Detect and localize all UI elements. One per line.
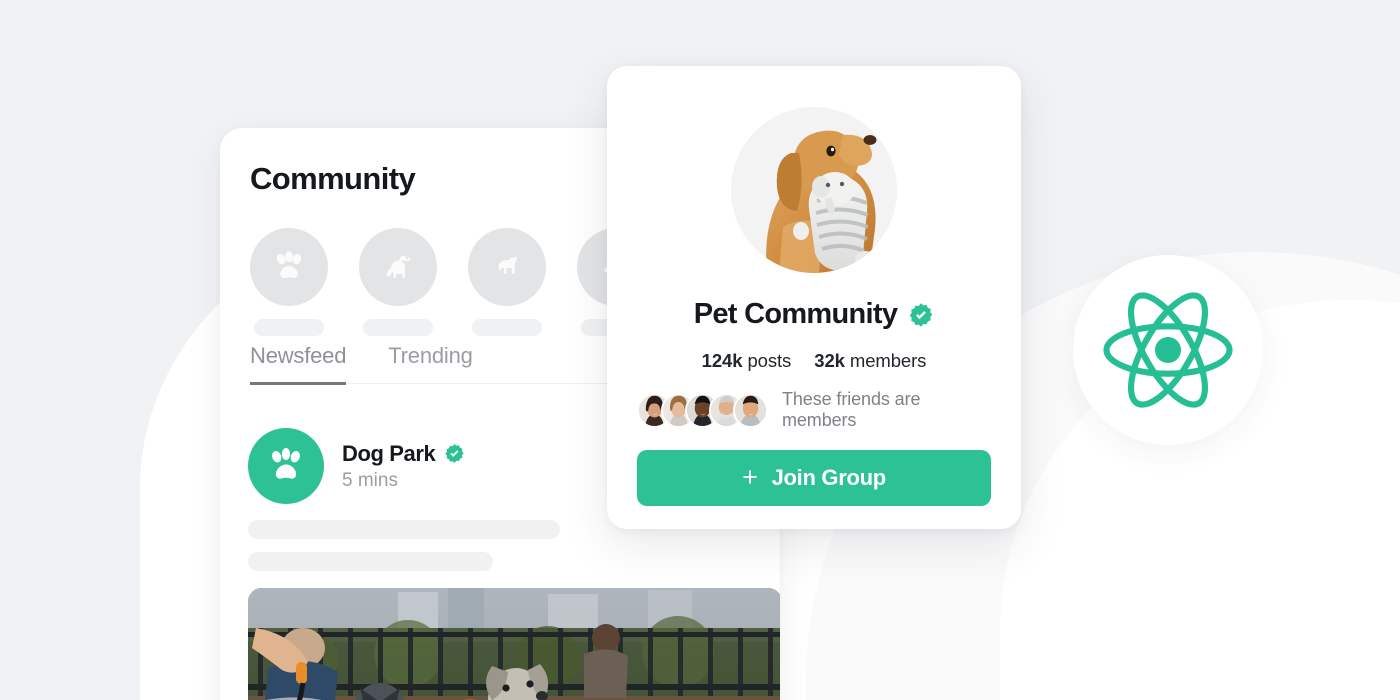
post-author-name: Dog Park bbox=[342, 440, 436, 466]
skeleton-line bbox=[248, 520, 560, 539]
story-item-cat[interactable] bbox=[359, 228, 437, 336]
story-label-placeholder bbox=[363, 319, 433, 336]
page-title: Community bbox=[250, 161, 416, 196]
dog-icon bbox=[498, 256, 517, 274]
posts-count: 124k bbox=[701, 350, 743, 371]
community-name: Pet Community bbox=[693, 298, 898, 330]
post-meta: Dog Park 5 mins bbox=[342, 441, 465, 492]
friend-avatar-stack[interactable] bbox=[637, 392, 768, 428]
community-name-row: Pet Community bbox=[694, 298, 935, 331]
community-stats: 124k posts 32k members bbox=[702, 350, 927, 372]
tab-trending[interactable]: Trending bbox=[388, 343, 473, 383]
react-logo-icon bbox=[1103, 292, 1233, 408]
story-avatar bbox=[250, 228, 328, 306]
story-label-placeholder bbox=[472, 319, 542, 336]
verified-badge-icon bbox=[445, 444, 465, 463]
story-item-dog[interactable] bbox=[468, 228, 546, 336]
paw-icon bbox=[276, 251, 302, 279]
posts-label: posts bbox=[747, 350, 792, 371]
avatar-photo-5 bbox=[735, 394, 766, 426]
post-header: Dog Park 5 mins bbox=[248, 428, 465, 504]
pet-community-card: Pet Community 124k posts 32k members The… bbox=[607, 66, 1021, 529]
golden-retriever-avatar-photo bbox=[731, 107, 897, 273]
plus-icon: + bbox=[742, 461, 758, 492]
story-avatar bbox=[359, 228, 437, 306]
verified-badge-icon bbox=[909, 302, 933, 327]
stories-strip bbox=[250, 228, 655, 336]
friend-avatar bbox=[733, 392, 768, 428]
post-text-placeholder bbox=[248, 520, 560, 571]
members-label: members bbox=[849, 350, 927, 371]
post-author-avatar[interactable] bbox=[248, 428, 324, 504]
skeleton-line bbox=[248, 552, 493, 571]
post-photo[interactable] bbox=[248, 588, 780, 700]
join-group-label: Join Group bbox=[771, 465, 887, 490]
avatar bbox=[731, 107, 897, 273]
post-timestamp: 5 mins bbox=[342, 469, 398, 491]
react-logo-badge bbox=[1073, 255, 1263, 445]
dogs-at-park-photo bbox=[248, 588, 780, 700]
join-group-button[interactable]: + Join Group bbox=[637, 450, 991, 506]
friends-members-text: These friends are members bbox=[782, 389, 921, 430]
story-avatar bbox=[468, 228, 546, 306]
friends-members-row: These friends are members bbox=[637, 389, 991, 431]
post-author-row: Dog Park bbox=[342, 441, 465, 467]
paw-icon bbox=[272, 447, 300, 479]
story-label-placeholder bbox=[254, 319, 324, 336]
story-item-paw[interactable] bbox=[250, 228, 328, 336]
cat-icon bbox=[386, 255, 411, 279]
tab-newsfeed[interactable]: Newsfeed bbox=[250, 343, 347, 385]
members-count: 32k bbox=[814, 350, 845, 371]
